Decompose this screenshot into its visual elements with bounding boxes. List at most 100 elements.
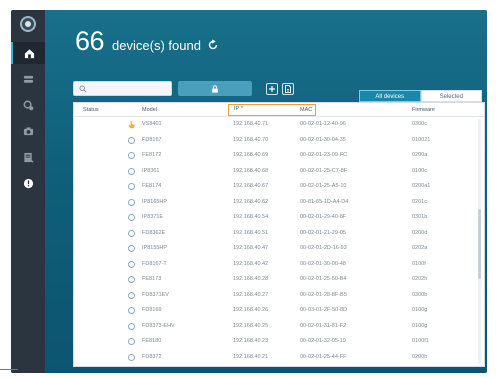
sidebar-item-devices[interactable] [11, 68, 45, 90]
ip-cell: 192.168.40.27 [233, 291, 269, 298]
devices-icon [23, 75, 33, 83]
sidebar-item-home[interactable] [11, 42, 45, 64]
table-row[interactable]: FD8169 192.168.40.26 00-03-01-2F-50-8D 0100… [74, 305, 484, 316]
firmware-cell: 0100g [412, 322, 428, 329]
refresh-icon[interactable] [207, 39, 219, 51]
model-cell: FD8167-T [142, 260, 167, 267]
pointer-hand-icon [128, 120, 135, 129]
model-cell: FD8167 [142, 136, 162, 143]
ip-cell: 192.168.40.26 [233, 307, 269, 313]
table-row[interactable]: FD8167-T 192.168.40.42 00-02-01-30-00-48 01… [74, 259, 484, 270]
status-icon [128, 198, 135, 206]
firmware-cell: 0100c [412, 167, 427, 174]
status-icon [128, 214, 135, 221]
status-icon [128, 260, 135, 268]
model-cell: FE8174 [142, 183, 162, 189]
table-row[interactable]: FD8372 192.168.40.21 00-02-01-25-44-FF 0200… [74, 352, 484, 363]
firmware-cell: 0100f1 [412, 338, 429, 344]
table-row[interactable]: FE8172 192.168.40.69 00-02-01-23-09-FC 0200… [74, 150, 484, 161]
status-icon [128, 183, 135, 190]
firmware-cell: 0202h [412, 276, 428, 282]
file-button[interactable] [282, 83, 294, 95]
mac-cell: 00-02-01-28-8F-B5 [300, 291, 347, 298]
mac-cell: 00-02-01-29-40-8F [300, 214, 347, 220]
mac-cell: 00-02-01-21-29-05 [300, 229, 346, 236]
mac-cell: 00-02-01-12-40-96 [300, 121, 346, 127]
firmware-cell: 0300b [412, 291, 428, 298]
search-box[interactable] [73, 81, 172, 96]
firmware-cell: 0201c [412, 198, 427, 205]
ip-cell: 192.168.40.67 [233, 183, 269, 189]
firmware-cell: 0200d [412, 229, 428, 236]
add-button[interactable] [266, 83, 278, 95]
model-cell: FE8180 [142, 338, 162, 344]
model-cell: IP8361 [142, 167, 160, 174]
ip-cell: 192.168.40.47 [233, 245, 269, 251]
tab-selected[interactable]: Selected [420, 90, 482, 102]
firmware-cell: 0200a1 [412, 183, 431, 189]
model-cell: FD8371EV [142, 291, 169, 298]
ip-cell: 192.168.40.42 [233, 260, 269, 267]
status-icon [128, 229, 135, 237]
model-cell: FE8173 [142, 276, 162, 282]
firmware-cell: 0200h [412, 353, 428, 360]
column-header-model[interactable]: Model [142, 103, 157, 117]
status-icon [128, 152, 135, 159]
firmware-cell: 0100f [412, 260, 426, 267]
tab-all-devices[interactable]: All devices [359, 90, 421, 102]
camera-icon [23, 126, 33, 135]
mac-cell: 00-02-01-25-A5-10 [300, 183, 347, 189]
scrollbar-thumb[interactable] [478, 209, 481, 279]
ip-cell: 192.168.40.54 [233, 214, 269, 220]
table-row[interactable]: FD8371EV 192.168.40.27 00-02-01-28-8F-B5 03… [74, 290, 484, 301]
main-content: 66 device(s) found All devices Selected … [45, 10, 487, 373]
mac-cell: 00-81-65-1D-A4-D4 [300, 198, 349, 205]
table-row[interactable]: FD8167 192.168.40.70 00-02-01-30-04-35 0100… [74, 135, 484, 146]
status-icon [128, 136, 135, 144]
sidebar [11, 10, 45, 373]
sidebar-item-camera[interactable] [11, 120, 45, 142]
table-row[interactable]: FD8362E 192.168.40.51 00-02-01-21-29-05 020… [74, 228, 484, 239]
mac-cell: 00-02-01-31-81-F2 [300, 322, 347, 329]
sidebar-item-settings[interactable] [11, 94, 45, 116]
table-row[interactable]: IP8371E 192.168.40.54 00-02-01-29-40-8F 030… [74, 212, 484, 223]
status-icon [128, 291, 135, 299]
add-icon [269, 86, 275, 92]
ip-cell: 192.168.40.69 [233, 152, 269, 158]
table-row[interactable]: IP8155HP 192.168.40.47 00-02-01-2D-16-93 02… [74, 243, 484, 254]
table-row[interactable]: FE8174 192.168.40.67 00-02-01-25-A5-10 0200… [74, 181, 484, 192]
table-row[interactable]: FE8173 192.168.40.28 00-02-01-25-50-B4 0202… [74, 274, 484, 285]
firmware-cell: 010021 [412, 136, 431, 143]
home-icon [24, 48, 34, 58]
table-row[interactable]: FE8180 192.168.40.23 00-02-01-32-05-19 0100… [74, 336, 484, 347]
status-icon [128, 167, 135, 175]
sidebar-item-info[interactable] [11, 172, 45, 194]
device-count: 66 [75, 26, 105, 56]
sidebar-item-report[interactable] [11, 146, 45, 168]
table-row[interactable]: IP8361 192.168.40.68 00-02-01-25-C7-8F 0100… [74, 166, 484, 177]
lock-button[interactable] [178, 81, 252, 96]
mac-cell: 00-02-01-25-C7-8F [300, 167, 348, 174]
search-input[interactable] [90, 83, 168, 94]
table-row[interactable]: IP8165HP 192.168.40.62 00-81-65-1D-A4-D4 02… [74, 197, 484, 208]
status-icon [128, 353, 135, 361]
status-icon [128, 245, 135, 252]
device-count-label: device(s) found [112, 38, 201, 53]
firmware-cell: 0100g [412, 307, 428, 313]
page-title: 66 device(s) found [75, 26, 219, 57]
divider [0, 369, 18, 370]
settings-icon [23, 100, 33, 110]
firmware-cell: 0300c [412, 121, 427, 127]
table-row[interactable]: FD8373-EHV 192.168.40.25 00-02-01-31-81-F2… [74, 321, 484, 332]
column-header-mac[interactable]: MAC [300, 103, 312, 117]
ip-cell: 192.168.40.68 [233, 167, 269, 174]
search-icon [79, 85, 87, 93]
column-header-firmware[interactable]: Firmware [412, 103, 435, 117]
device-tabs: All devices Selected [359, 90, 482, 102]
scrollbar[interactable] [478, 119, 481, 364]
app-window: 66 device(s) found All devices Selected … [11, 10, 487, 373]
table-row[interactable]: VS8401 192.168.40.71 00-02-01-12-40-96 0300… [74, 119, 484, 130]
model-cell: IP8165HP [142, 198, 168, 205]
column-header-status[interactable]: Status [83, 103, 99, 117]
model-cell: FD8169 [142, 307, 162, 313]
